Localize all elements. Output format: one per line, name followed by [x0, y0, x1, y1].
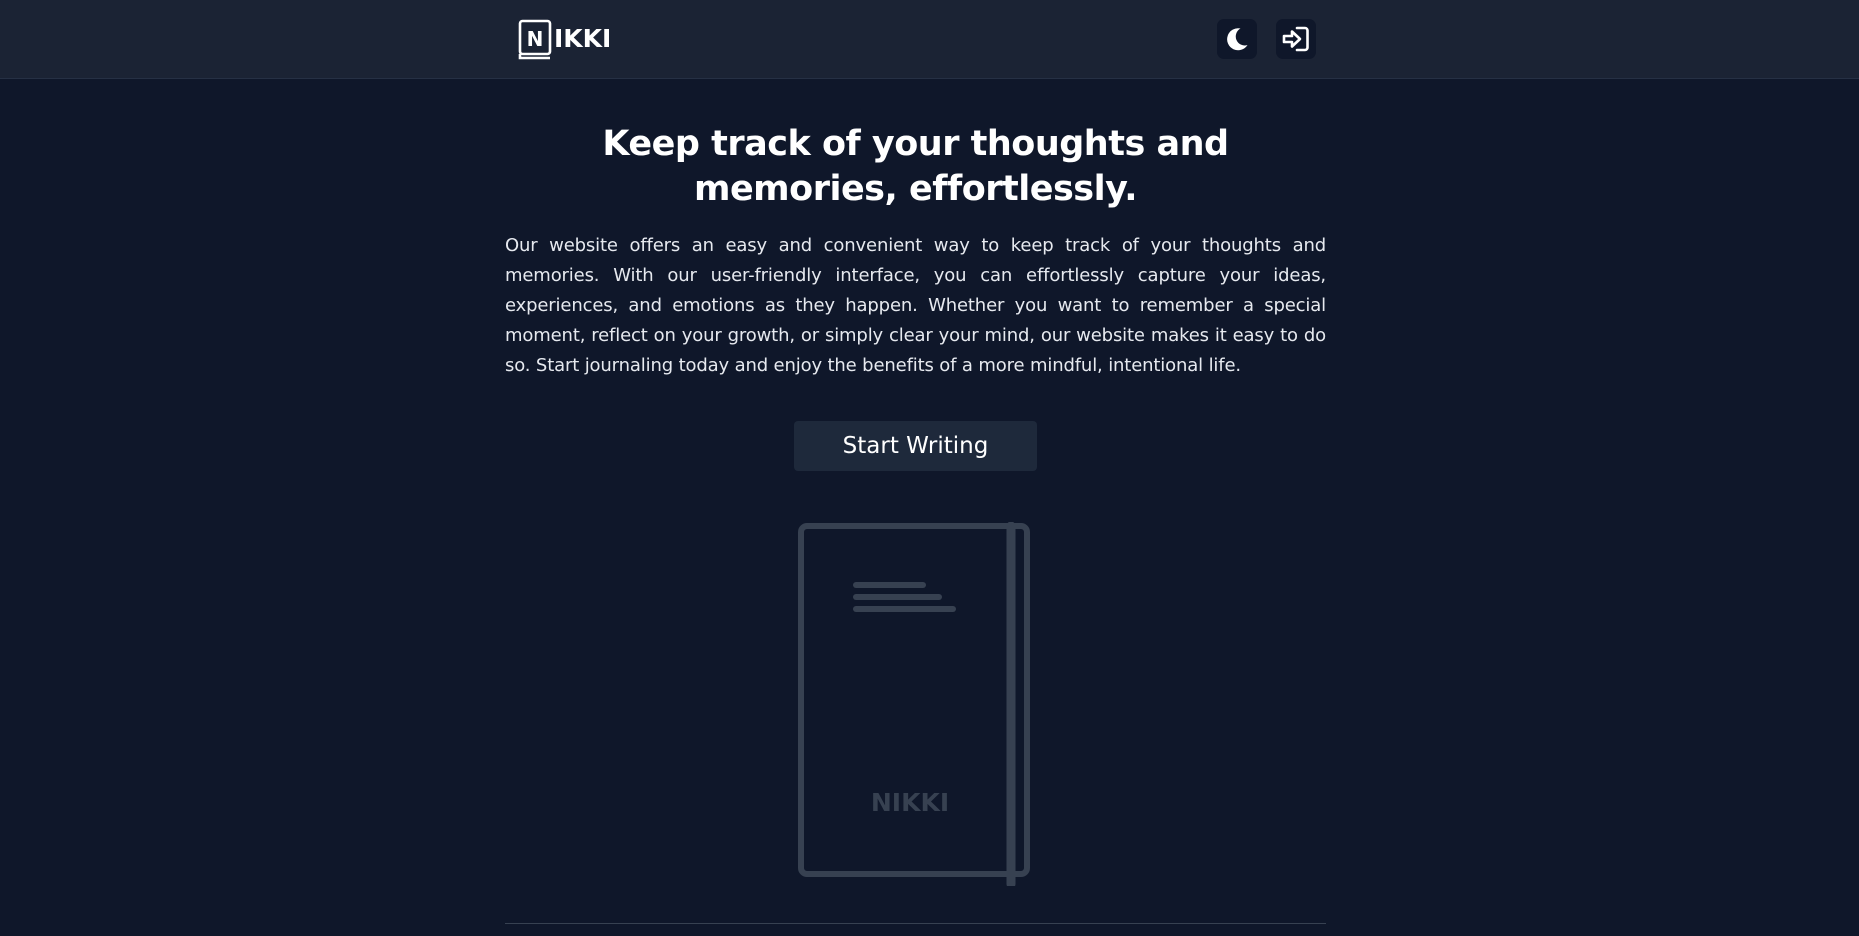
top-navbar: N IKKI — [0, 0, 1859, 79]
cta-container: Start Writing — [505, 421, 1326, 471]
start-writing-button[interactable]: Start Writing — [794, 421, 1037, 471]
moon-icon — [1227, 28, 1248, 51]
theme-toggle-button[interactable] — [1217, 19, 1257, 59]
logo-text: IKKI — [554, 23, 612, 53]
login-button[interactable] — [1276, 19, 1316, 59]
sign-in-icon — [1282, 26, 1309, 52]
logo-book-icon: N — [518, 19, 552, 60]
logo-letter: N — [527, 27, 544, 51]
section-divider — [505, 923, 1326, 924]
page-headline: Keep track of your thoughts and memories… — [602, 124, 1229, 209]
hero-section: Keep track of your thoughts and memories… — [505, 78, 1326, 471]
intro-paragraph: Our website offers an easy and convenien… — [505, 235, 1326, 376]
logo-link[interactable]: N IKKI — [518, 19, 611, 61]
journal-book-illustration: NIKKI — [798, 522, 1030, 886]
book-label: NIKKI — [871, 788, 949, 817]
